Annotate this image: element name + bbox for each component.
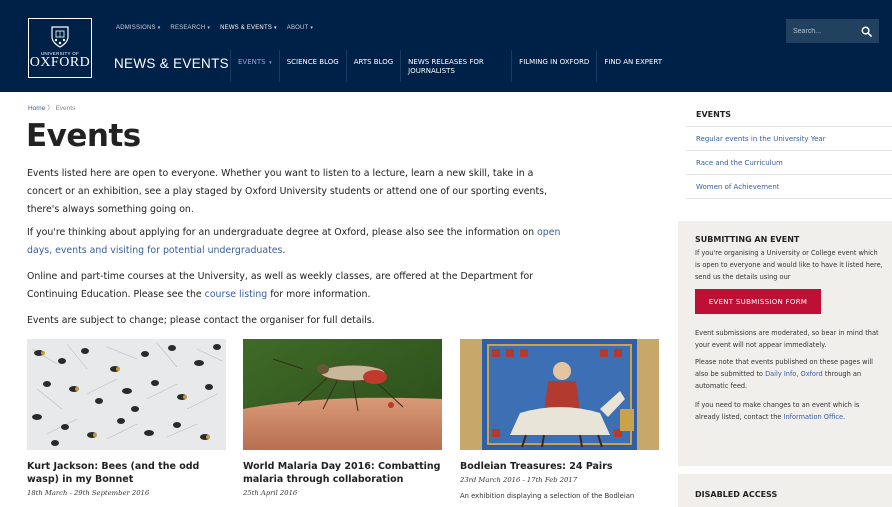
caret-down-icon: ▾ [310,25,314,31]
intro-text: for more information. [267,289,371,300]
sub-nav-events[interactable]: EVENTS ▾ [230,50,279,82]
event-title[interactable]: Kurt Jackson: Bees (and the odd wasp) in… [27,460,226,486]
sub-nav-arts-blog[interactable]: ARTS BLOG [345,50,400,82]
information-office-link[interactable]: Information Office [784,413,844,421]
sub-nav-label: EVENTS [238,58,266,66]
intro-paragraph-3: Online and part-time courses at the Univ… [27,268,567,304]
bees-image[interactable] [27,339,226,450]
section-title[interactable]: NEWS & EVENTS [114,56,229,71]
event-title[interactable]: World Malaria Day 2016: Combatting malar… [243,460,442,486]
logo-main-text: OXFORD [29,55,91,70]
change-event-note: If you need to make changes to an event … [695,399,884,423]
sub-nav-news-releases[interactable]: NEWS RELEASES FOR JOURNALISTS [400,50,511,82]
submitting-heading: SUBMITTING AN EVENT [695,235,800,244]
course-listing-link[interactable]: course listing [205,289,268,300]
mosquito-image[interactable] [243,339,442,450]
top-nav-label: RESEARCH [170,25,206,31]
site-header: UNIVERSITY OF OXFORD ADMISSIONS ▾ RESEARC… [0,0,892,92]
sub-nav-label: NEWS RELEASES FOR JOURNALISTS [408,58,484,75]
sub-nav-label: SCIENCE BLOG [286,58,339,66]
submitting-event-box: SUBMITTING AN EVENT If you're organising… [678,221,892,466]
breadcrumb-separator: 〉 [47,105,54,112]
top-nav-news-events[interactable]: NEWS & EVENTS ▾ [220,25,277,31]
oxford-logo[interactable]: UNIVERSITY OF OXFORD [28,18,92,78]
event-date: 18th March - 29th September 2016 [27,489,150,497]
page-title: Events [26,118,141,154]
top-nav-about[interactable]: ABOUT ▾ [287,25,313,31]
top-nav-label: ADMISSIONS [116,25,156,31]
event-card: World Malaria Day 2016: Combatting malar… [243,339,442,497]
top-nav-research[interactable]: RESEARCH ▾ [170,25,210,31]
search-box [786,19,879,43]
event-date: 25th April 2016 [243,489,298,497]
note-text: . [843,413,846,421]
intro-paragraph-1: Events listed here are open to everyone.… [27,168,548,215]
intro-paragraph-2: If you're thinking about applying for an… [27,224,567,260]
breadcrumb-home[interactable]: Home [28,105,45,112]
caret-down-icon: ▾ [267,60,272,66]
event-description: An exhibition displaying a selection of … [460,492,635,500]
breadcrumb: Home 〉 Events [28,102,75,112]
sub-nav: EVENTS ▾ SCIENCE BLOG ARTS BLOG NEWS REL… [230,50,669,82]
caret-down-icon: ▾ [274,25,277,31]
event-title[interactable]: Bodleian Treasures: 24 Pairs [460,460,659,473]
sub-nav-science-blog[interactable]: SCIENCE BLOG [278,50,346,82]
sidebar-events-heading: EVENTS [686,100,892,127]
sub-nav-find-expert[interactable]: FIND AN EXPERT [596,50,669,82]
top-nav: ADMISSIONS ▾ RESEARCH ▾ NEWS & EVENTS ▾ ABO… [116,25,313,31]
caret-down-icon: ▾ [157,25,161,31]
moderation-note: Event submissions are moderated, so bear… [695,329,879,349]
event-card: Bodleian Treasures: 24 Pairs 23rd March … [460,339,659,500]
search-input[interactable] [793,27,851,35]
intro-text: . [282,245,286,256]
top-nav-admissions[interactable]: ADMISSIONS ▾ [116,25,160,31]
caret-down-icon: ▾ [207,25,211,31]
sub-nav-label: FIND AN EXPERT [604,58,663,66]
disabled-access-box: DISABLED ACCESS [678,474,892,507]
top-nav-label: ABOUT [286,25,309,31]
sidebar-link-regular-events[interactable]: Regular events in the University Year [686,127,892,151]
event-submission-form-button[interactable]: EVENT SUBMISSION FORM [695,289,821,314]
intro-text: If you're thinking about applying for an… [27,227,538,238]
sidebar-link-women-achievement[interactable]: Women of Achievement [686,175,892,199]
search-icon[interactable] [861,26,872,37]
top-nav-label: NEWS & EVENTS [220,25,273,31]
intro-paragraph-4: Events are subject to change; please con… [27,315,375,326]
daily-info-note: Please note that events published on the… [695,356,884,392]
disabled-access-heading: DISABLED ACCESS [695,490,778,499]
sub-nav-label: ARTS BLOG [353,58,394,66]
event-date: 23rd March 2016 - 17th Feb 2017 [460,476,578,484]
event-card: Kurt Jackson: Bees (and the odd wasp) in… [27,339,226,497]
daily-info-link[interactable]: Daily Info, Oxford [765,370,823,378]
crest-icon [51,26,69,48]
breadcrumb-current: Events [55,105,76,112]
sidebar-events: EVENTS Regular events in the University … [686,100,892,199]
sub-nav-label: FILMING IN OXFORD [519,58,590,66]
submitting-intro: If you're organising a University or Col… [695,249,883,281]
sidebar-link-race-curriculum[interactable]: Race and the Curriculum [686,151,892,175]
sub-nav-filming[interactable]: FILMING IN OXFORD [511,50,596,82]
manuscript-image[interactable] [460,339,659,450]
